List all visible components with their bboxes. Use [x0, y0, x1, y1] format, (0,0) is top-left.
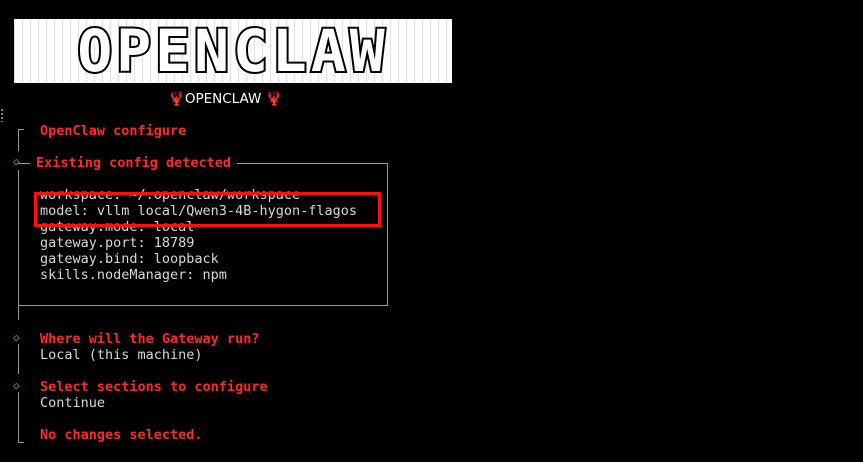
sections-question: Select sections to configure — [40, 379, 268, 395]
gateway-answer[interactable]: Local (this machine) — [40, 347, 203, 363]
configure-title: OpenClaw configure — [40, 123, 187, 139]
scroll-indicator-dots — [0, 108, 4, 122]
diamond-icon: ◇ — [13, 331, 20, 344]
tree-line — [18, 392, 19, 442]
subtitle-label: OPENCLAW — [184, 91, 262, 107]
openclaw-banner: OPENCLAW — [14, 19, 452, 83]
config-line-node-manager: skills.nodeManager: npm — [40, 267, 227, 283]
config-line-gateway-port: gateway.port: 18789 — [40, 235, 195, 251]
tree-line — [18, 129, 19, 151]
result-message: No changes selected. — [40, 427, 203, 443]
gateway-question: Where will the Gateway run? — [40, 331, 260, 347]
config-line-gateway-bind: gateway.bind: loopback — [40, 251, 219, 267]
sections-answer[interactable]: Continue — [40, 395, 105, 411]
banner-title: OPENCLAW — [75, 19, 389, 83]
existing-config-title-wrap: Existing config detected — [30, 155, 238, 171]
diamond-icon: ◇ — [13, 379, 20, 392]
banner-subtitle: 🦞OPENCLAW 🦞 — [168, 91, 282, 107]
lobster-icon: 🦞 — [168, 91, 185, 107]
existing-config-title: Existing config detected — [36, 155, 232, 171]
tree-line — [18, 344, 19, 374]
lobster-icon: 🦞 — [265, 91, 283, 107]
model-highlight-box — [34, 192, 381, 227]
tree-corner-bottom — [18, 442, 24, 443]
